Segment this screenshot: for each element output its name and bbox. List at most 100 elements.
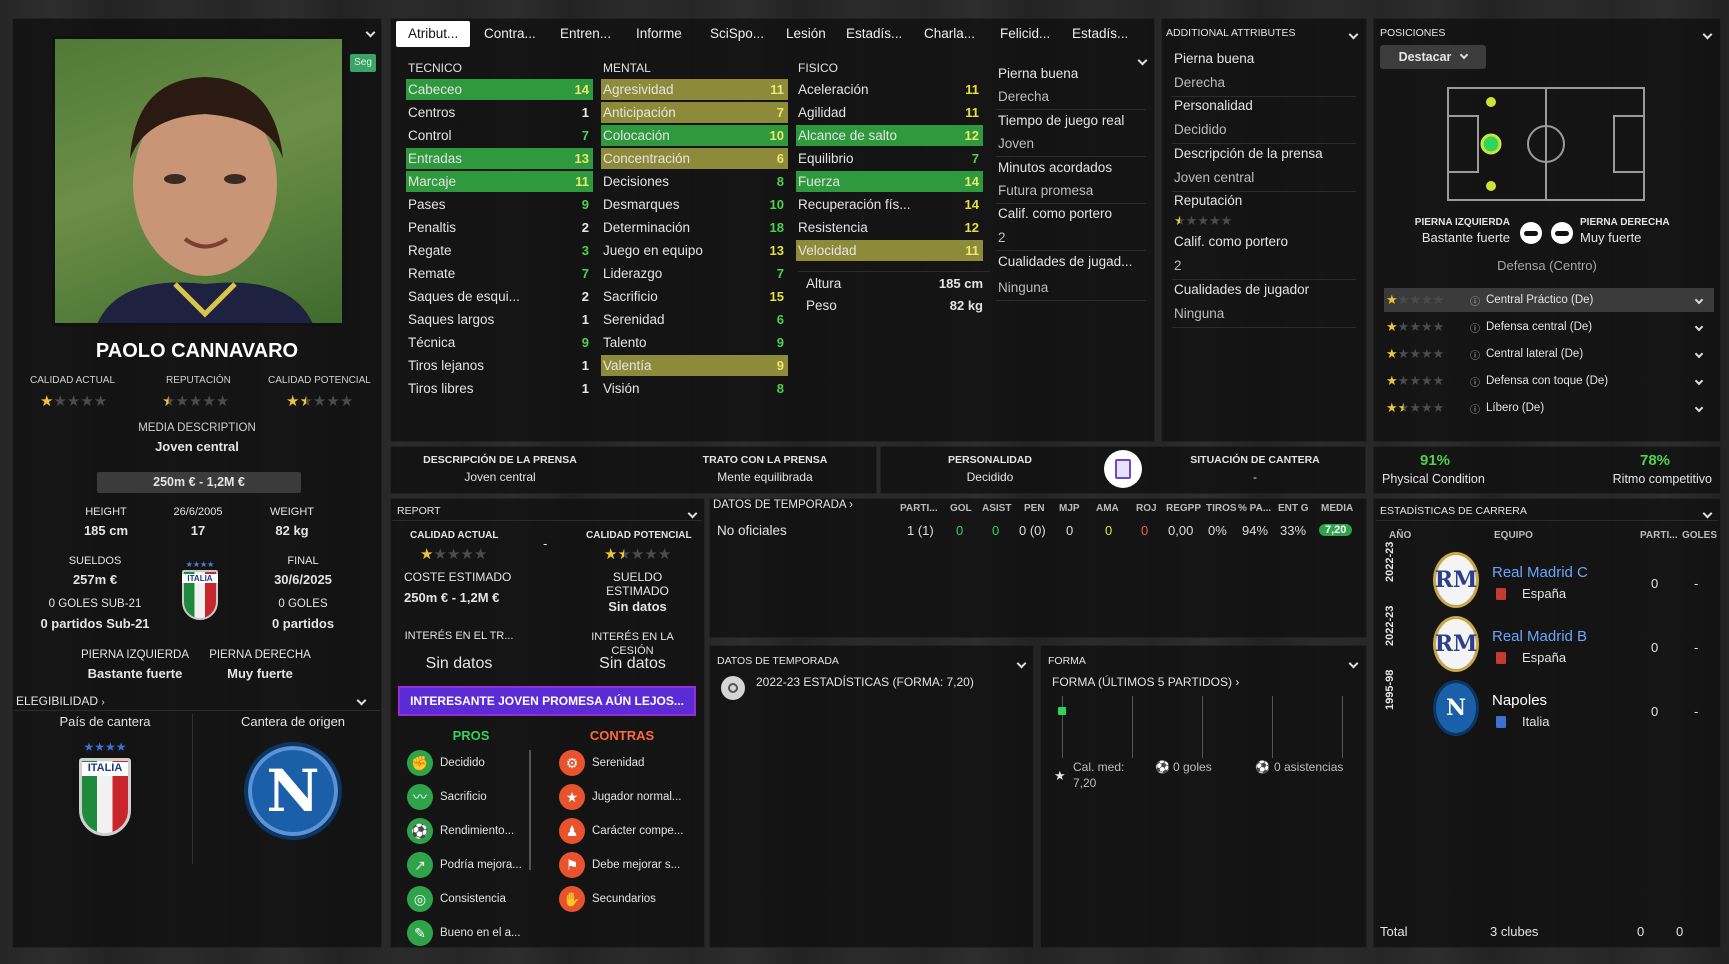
- career-goals-2: -: [1694, 704, 1699, 719]
- seg-badge[interactable]: Seg: [350, 54, 376, 72]
- rep-label: REPUTACIÓN: [166, 375, 231, 386]
- season-title[interactable]: DATOS DE TEMPORADA ›: [713, 499, 853, 511]
- contra-icon-3: ⚑: [559, 852, 585, 878]
- chevron-down-icon[interactable]: [1016, 655, 1027, 670]
- attr-name: Colocación: [603, 128, 670, 143]
- pro-label: Sacrificio: [440, 791, 487, 803]
- tab-6[interactable]: Estadís...: [846, 21, 902, 47]
- tab-3[interactable]: Informe: [636, 21, 682, 47]
- tab-2[interactable]: Entren...: [560, 21, 611, 47]
- napoli-crest[interactable]: N: [244, 742, 342, 840]
- chevron-down-icon[interactable]: [1348, 655, 1359, 670]
- info-icon: ⓘ: [1470, 323, 1480, 335]
- report-banner[interactable]: INTERESANTE JOVEN PROMESA AÚN LEJOS...: [398, 686, 696, 716]
- career-team-1[interactable]: Real Madrid B: [1492, 628, 1587, 645]
- positions-title: POSICIONES: [1380, 27, 1446, 39]
- position-row-3[interactable]: ★★★★★ ⓘ Defensa con toque (De): [1384, 369, 1714, 393]
- form-goals: 0 goles: [1173, 760, 1212, 774]
- cost-label: COSTE ESTIMADO: [404, 570, 512, 584]
- form-chart: [1058, 696, 1346, 758]
- career-team-2[interactable]: Napoles: [1492, 692, 1547, 709]
- tab-0[interactable]: Atribut...: [396, 21, 471, 47]
- attr-name: Sacrificio: [603, 289, 658, 304]
- chevron-down-icon[interactable]: [1694, 375, 1704, 387]
- attr-row-men-0: Agresividad 11: [601, 79, 788, 100]
- season-row-label: No oficiales: [717, 523, 787, 538]
- club-crest-2[interactable]: N: [1433, 680, 1479, 736]
- attr-value: 18: [769, 220, 784, 235]
- additional-item-0: Pierna buena: [1174, 51, 1255, 66]
- chevron-down-icon[interactable]: [687, 505, 698, 520]
- club-crest-0[interactable]: RM: [1433, 552, 1479, 608]
- chevron-down-icon[interactable]: [1694, 294, 1704, 306]
- chevron-down-icon[interactable]: [1694, 348, 1704, 360]
- contract-end-value: 30/6/2025: [274, 572, 332, 587]
- pro-icon-2: ⚽: [407, 818, 433, 844]
- club-crest-1[interactable]: RM: [1433, 616, 1479, 672]
- physical-condition-label: Physical Condition: [1382, 472, 1485, 486]
- tab-5[interactable]: Lesión: [786, 21, 826, 47]
- attr-row-fis-0: Aceleración 11: [796, 79, 983, 100]
- side-info-7: 2: [998, 230, 1006, 245]
- country-flag-icon: [1496, 588, 1506, 600]
- contra-label: Serenidad: [592, 757, 645, 769]
- attr-row-men-6: Determinación 18: [601, 217, 788, 238]
- attr-name: Alcance de salto: [798, 128, 898, 143]
- chevron-down-icon[interactable]: [1702, 26, 1713, 41]
- chevron-down-icon[interactable]: [365, 24, 376, 39]
- highlight-dropdown[interactable]: Destacar: [1380, 45, 1486, 69]
- position-row-0[interactable]: ★★★★★ ⓘ Central Práctico (De): [1384, 288, 1714, 312]
- chevron-down-icon[interactable]: [1694, 402, 1704, 414]
- attr-name: Técnica: [408, 335, 456, 350]
- press-cantera-label: SITUACIÓN DE CANTERA: [1190, 454, 1320, 466]
- season-value-4: 0: [1066, 523, 1074, 538]
- eligibility-label: ELEGIBILIDAD: [16, 694, 99, 708]
- nationality-badge[interactable]: ★★★★ ITALIA: [180, 560, 220, 626]
- info-icon: ⓘ: [1470, 377, 1480, 389]
- contract-end-label: FINAL: [287, 555, 319, 567]
- report-panel: [390, 498, 705, 948]
- chevron-down-icon[interactable]: [356, 692, 367, 707]
- eligibility-link[interactable]: ELEGIBILIDAD ›: [16, 694, 105, 708]
- career-apps-0: 0: [1651, 576, 1659, 591]
- side-info-chevron[interactable]: [1137, 52, 1148, 67]
- contra-item-2: ♟ Carácter compe...: [559, 818, 683, 844]
- contra-icon-1: ★: [559, 784, 585, 810]
- tab-7[interactable]: Charla...: [924, 21, 975, 47]
- press-trato-value: Mente equilibrada: [717, 470, 813, 484]
- side-info-0: Pierna buena: [998, 66, 1079, 81]
- position-row-4[interactable]: ★★★★★ ⓘ Líbero (De): [1384, 396, 1714, 420]
- position-row-2[interactable]: ★★★★★ ⓘ Central lateral (De): [1384, 342, 1714, 366]
- form-subtitle[interactable]: FORMA (ÚLTIMOS 5 PARTIDOS) ›: [1052, 675, 1239, 689]
- form-point: [1058, 707, 1066, 715]
- attr-name: Liderazgo: [603, 266, 663, 281]
- chevron-down-icon[interactable]: [1702, 505, 1713, 520]
- career-total-apps: 0: [1637, 924, 1645, 939]
- tab-1[interactable]: Contra...: [484, 21, 536, 47]
- attr-name: Agilidad: [798, 105, 847, 120]
- attr-name: Penaltis: [408, 220, 457, 235]
- attr-row-men-11: Talento 9: [601, 332, 788, 353]
- highlight-dropdown-label: Destacar: [1398, 50, 1452, 64]
- italy-crest[interactable]: ★★★★ ITALIA: [75, 740, 135, 840]
- tab-9[interactable]: Estadís...: [1072, 21, 1128, 47]
- attr-value: 11: [965, 243, 979, 258]
- divider: [996, 203, 1146, 204]
- attr-value: 10: [769, 128, 784, 143]
- position-row-1[interactable]: ★★★★★ ⓘ Defensa central (De): [1384, 315, 1714, 339]
- chevron-down-icon[interactable]: [1694, 321, 1704, 333]
- chevron-down-icon[interactable]: [1348, 26, 1359, 41]
- career-apps-2: 0: [1651, 704, 1659, 719]
- attr-name: Pases: [408, 197, 446, 212]
- attr-row-fis-1: Agilidad 11: [796, 102, 983, 123]
- season-icon: [721, 676, 745, 700]
- attr-row-men-13: Visión 8: [601, 378, 788, 399]
- tab-4[interactable]: SciSpo...: [710, 21, 764, 47]
- position-name: Líbero (De): [1486, 402, 1545, 414]
- left-foot-icon: [1520, 222, 1542, 244]
- career-team-0[interactable]: Real Madrid C: [1492, 564, 1588, 581]
- attr-name: Visión: [603, 381, 640, 396]
- attr-name: Control: [408, 128, 452, 143]
- tab-8[interactable]: Felicid...: [1000, 21, 1050, 47]
- form-assists: 0 asistencias: [1274, 760, 1344, 774]
